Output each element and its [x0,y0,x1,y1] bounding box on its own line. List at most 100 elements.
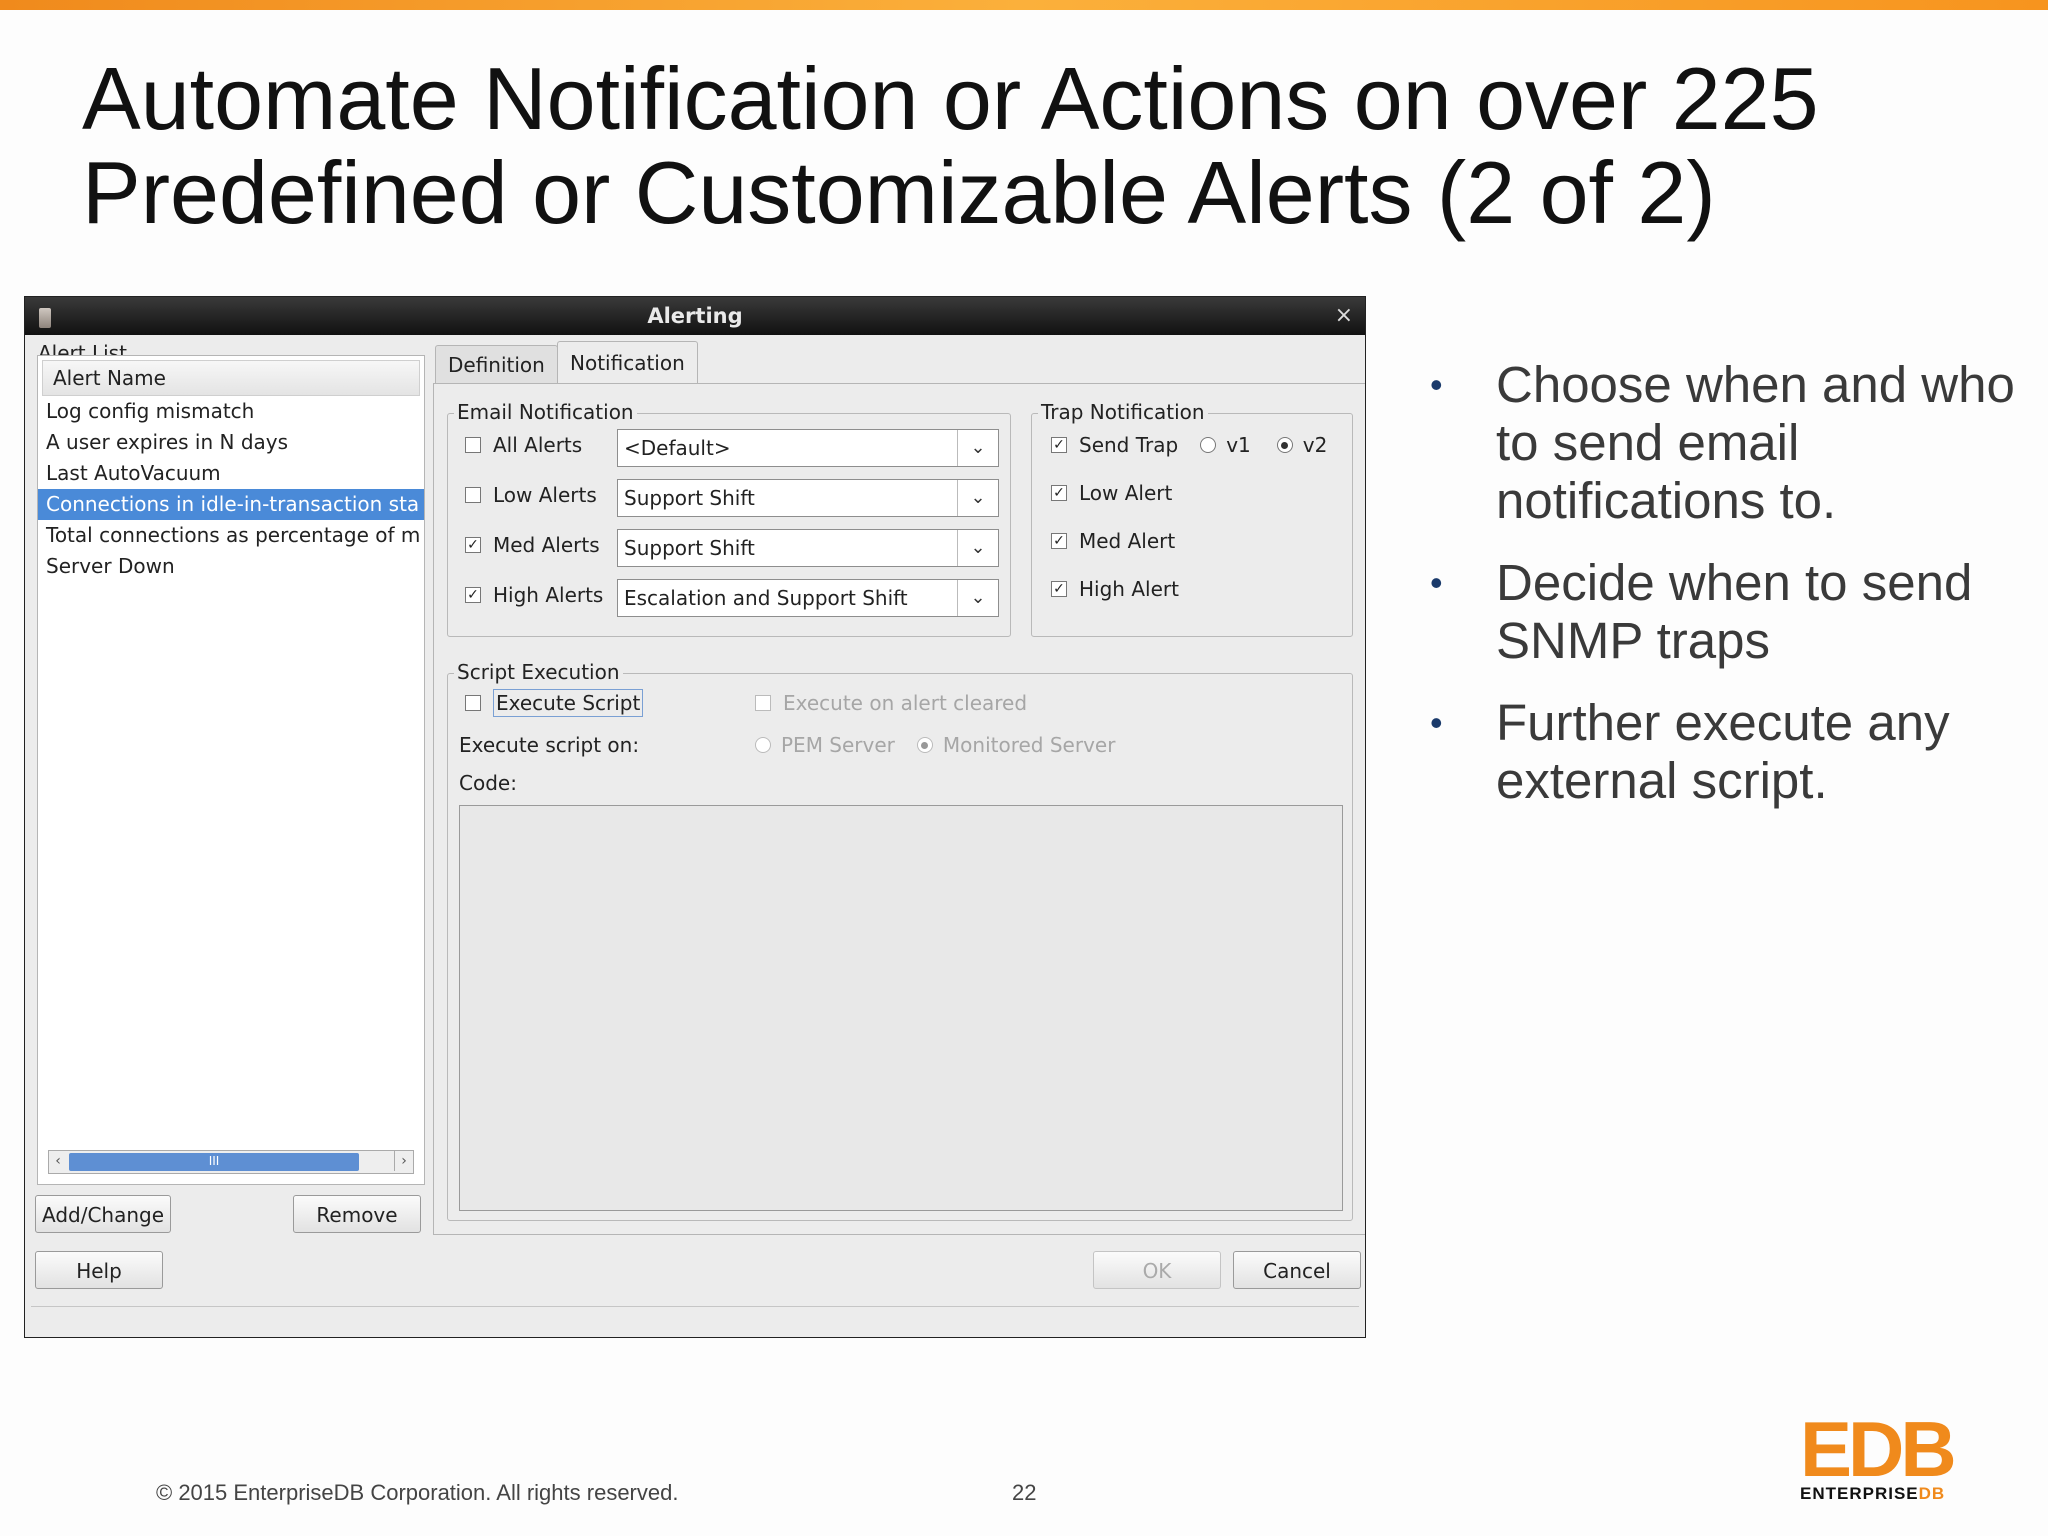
execute-on-label-row: Execute script on: [459,733,639,757]
high-alerts-group-select[interactable]: Escalation and Support Shift ⌄ [617,579,999,617]
low-alerts-group-value: Support Shift [624,486,755,510]
v1-label: v1 [1226,433,1251,457]
med-alerts-row: ✓ Med Alerts [465,533,600,557]
v1-radio[interactable] [1200,437,1217,453]
all-alerts-checkbox[interactable] [465,437,481,453]
alerting-dialog: Alerting × Alert List Alert Name Log con… [24,296,1366,1338]
trap-high-alert-checkbox[interactable]: ✓ [1051,581,1067,597]
bullet-icon: • [1430,702,1443,743]
trap-low-row: ✓ Low Alert [1051,481,1172,505]
chevron-down-icon[interactable]: ⌄ [957,430,998,466]
scroll-left-icon[interactable]: ‹ [49,1151,67,1171]
status-bar [31,1306,1359,1335]
bullet-item: • Choose when and who to send email noti… [1430,356,2030,530]
list-item-selected[interactable]: Connections in idle-in-transaction sta [38,489,424,520]
slide-title-line-2: Predefined or Customizable Alerts (2 of … [82,143,1716,242]
tab-definition[interactable]: Definition [435,345,558,383]
logo-mark-text: EDB [1800,1405,1957,1493]
low-alerts-checkbox[interactable] [465,487,481,503]
trap-low-alert-checkbox[interactable]: ✓ [1051,485,1067,501]
logo-wordmark: ENTERPRISEDB [1800,1484,1950,1504]
code-textarea[interactable] [459,805,1343,1211]
footer-copyright: © 2015 EnterpriseDB Corporation. All rig… [156,1480,679,1505]
chevron-down-icon[interactable]: ⌄ [957,480,998,516]
all-alerts-group-select[interactable]: <Default> ⌄ [617,429,999,467]
scroll-right-icon[interactable]: › [394,1151,413,1171]
send-trap-row: ✓ Send Trap v1 v2 [1051,433,1327,457]
email-notification-legend: Email Notification [454,400,637,424]
trap-high-row: ✓ High Alert [1051,577,1179,601]
logo-mark: EDB [1800,1410,1957,1488]
ok-button[interactable]: OK [1093,1251,1221,1289]
trap-med-row: ✓ Med Alert [1051,529,1175,553]
med-alerts-checkbox[interactable]: ✓ [465,537,481,553]
pem-server-radio[interactable] [755,737,771,753]
high-alerts-checkbox[interactable]: ✓ [465,587,481,603]
help-button[interactable]: Help [35,1251,163,1289]
pem-server-label: PEM Server [781,733,895,757]
med-alerts-group-value: Support Shift [624,536,755,560]
trap-med-alert-label: Med Alert [1079,529,1176,553]
trap-high-alert-label: High Alert [1079,577,1179,601]
all-alerts-group-value: <Default> [624,436,731,460]
bullet-list: • Choose when and who to send email noti… [1430,356,2030,834]
med-alerts-label: Med Alerts [493,533,600,557]
horizontal-scrollbar[interactable]: ‹ III › [48,1150,414,1174]
execute-on-cleared-checkbox[interactable] [755,695,771,711]
med-alerts-group-select[interactable]: Support Shift ⌄ [617,529,999,567]
remove-button[interactable]: Remove [293,1195,421,1233]
page-number: 22 [1012,1480,1037,1505]
execute-script-checkbox[interactable] [465,695,481,711]
slide-title-line-1: Automate Notification or Actions on over… [82,49,1819,148]
dialog-titlebar[interactable]: Alerting × [25,297,1365,335]
list-item[interactable]: Total connections as percentage of m [38,520,424,551]
code-label: Code: [459,771,517,795]
chevron-down-icon[interactable]: ⌄ [957,580,998,616]
list-item[interactable]: Log config mismatch [38,396,424,427]
high-alerts-group-value: Escalation and Support Shift [624,586,908,610]
send-trap-label: Send Trap [1079,433,1179,457]
monitored-server-label: Monitored Server [942,733,1116,757]
slide-title: Automate Notification or Actions on over… [82,52,1982,240]
bullet-icon: • [1430,364,1443,405]
bullet-text: Further execute any external script. [1496,694,1950,809]
logo-word-a: ENTERPRISE [1800,1484,1919,1503]
chevron-down-icon[interactable]: ⌄ [957,530,998,566]
tab-notification[interactable]: Notification [557,341,698,383]
list-item[interactable]: A user expires in N days [38,427,424,458]
alert-list[interactable]: Alert Name Log config mismatch A user ex… [37,355,425,1185]
list-item[interactable]: Last AutoVacuum [38,458,424,489]
execute-on-cleared-label: Execute on alert cleared [783,691,1028,715]
execute-on-cleared-row: Execute on alert cleared [755,691,1027,715]
bullet-text: Choose when and who to send email notifi… [1496,356,2015,529]
list-item[interactable]: Server Down [38,551,424,582]
v2-label: v2 [1302,433,1328,457]
edb-logo: EDB ENTERPRISEDB [1800,1410,1957,1504]
execute-script-label[interactable]: Execute Script [493,689,644,717]
code-label-row: Code: [459,771,517,795]
low-alerts-group-select[interactable]: Support Shift ⌄ [617,479,999,517]
scroll-thumb[interactable]: III [69,1153,359,1171]
accent-bar [0,0,2048,10]
send-trap-checkbox[interactable]: ✓ [1051,437,1067,453]
all-alerts-row: All Alerts [465,433,582,457]
trap-med-alert-checkbox[interactable]: ✓ [1051,533,1067,549]
high-alerts-row: ✓ High Alerts [465,583,603,607]
alert-name-column-header[interactable]: Alert Name [42,360,420,396]
v2-radio[interactable] [1276,437,1293,453]
bullet-text: Decide when to send SNMP traps [1496,554,1973,669]
close-icon[interactable]: × [1335,303,1353,328]
trap-low-alert-label: Low Alert [1079,481,1173,505]
bullet-item: • Decide when to send SNMP traps [1430,554,2030,670]
low-alerts-label: Low Alerts [493,483,597,507]
high-alerts-label: High Alerts [493,583,604,607]
bullet-icon: • [1430,562,1443,603]
low-alerts-row: Low Alerts [465,483,597,507]
trap-notification-legend: Trap Notification [1038,400,1208,424]
monitored-server-radio[interactable] [916,737,933,753]
cancel-button[interactable]: Cancel [1233,1251,1361,1289]
script-target-row: PEM Server Monitored Server [755,733,1115,757]
add-change-button[interactable]: Add/Change [35,1195,171,1233]
logo-word-b: DB [1918,1484,1946,1503]
dialog-title: Alerting [647,304,743,328]
